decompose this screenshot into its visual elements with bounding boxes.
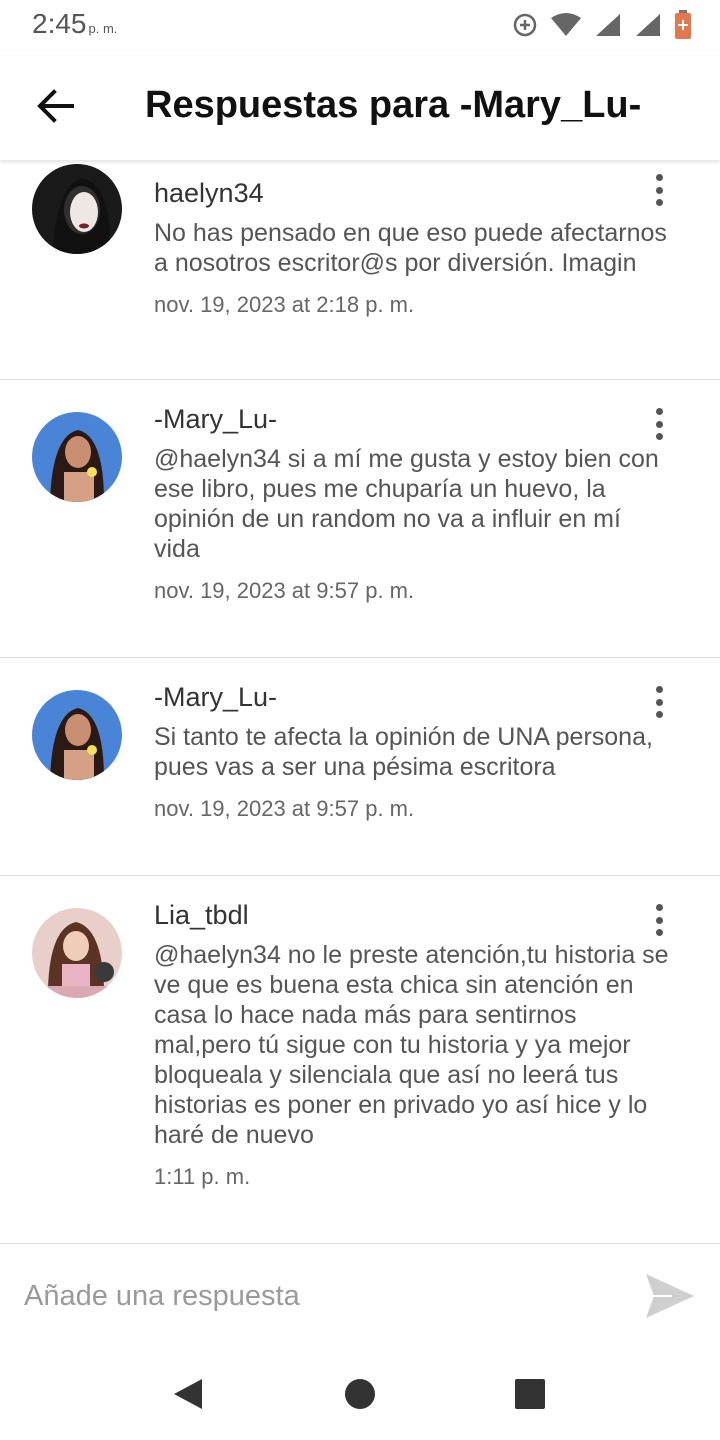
circle-home-icon [345, 1379, 375, 1409]
comment-username[interactable]: -Mary_Lu- [154, 402, 680, 436]
comment-date: nov. 19, 2023 at 9:57 p. m. [154, 578, 415, 603]
comment-username[interactable]: -Mary_Lu- [154, 680, 680, 714]
avatar[interactable] [32, 908, 122, 998]
comment-text: No has pensado en que eso puede afectarn… [154, 219, 667, 277]
comment-item: haelyn34 No has pensado en que eso puede… [0, 160, 720, 380]
comment-text: @haelyn34 si a mí me gusta y estoy bien … [154, 445, 659, 563]
avatar[interactable] [32, 164, 122, 254]
comment-username[interactable]: haelyn34 [154, 176, 680, 210]
status-bar: 2:45 p. m. [0, 0, 720, 56]
wifi-icon [551, 13, 581, 36]
send-icon [646, 1274, 694, 1318]
signal-icon [596, 14, 620, 36]
comment-item: -Mary_Lu- @haelyn34 si a mí me gusta y e… [0, 380, 720, 658]
status-time-ampm: p. m. [88, 21, 118, 36]
system-nav-bar [0, 1346, 720, 1440]
comment-item: Lia_tbdl @haelyn34 no le preste atención… [0, 876, 720, 1243]
app-bar: Respuestas para -Mary_Lu- [0, 56, 720, 160]
send-button[interactable] [642, 1268, 698, 1324]
more-vert-icon-dot [655, 698, 663, 706]
comment-date: nov. 19, 2023 at 9:57 p. m. [154, 796, 415, 821]
more-vert-icon [655, 904, 663, 911]
more-vert-icon-dot [655, 433, 663, 440]
back-button[interactable] [28, 78, 84, 134]
more-vert-icon [655, 686, 663, 693]
nav-home-button[interactable] [340, 1374, 380, 1414]
signal-icon [636, 14, 660, 36]
more-options-button[interactable] [644, 682, 674, 722]
data-saver-icon [513, 13, 537, 37]
triangle-back-icon [174, 1379, 202, 1409]
arrow-left-icon [37, 89, 74, 123]
nav-back-button[interactable] [168, 1374, 208, 1414]
avatar[interactable] [32, 412, 122, 502]
nav-recents-button[interactable] [510, 1374, 550, 1414]
status-time-value: 2:45 [32, 8, 87, 39]
comment-date: nov. 19, 2023 at 2:18 p. m. [154, 292, 415, 317]
reply-input[interactable] [24, 1274, 604, 1318]
page-title: Respuestas para -Mary_Lu- [145, 84, 642, 126]
status-icons [512, 10, 692, 40]
comment-username[interactable]: Lia_tbdl [154, 898, 680, 932]
avatar[interactable] [32, 690, 122, 780]
more-vert-icon-dot [655, 929, 663, 936]
comment-text: Si tanto te afecta la opinión de UNA per… [154, 723, 653, 781]
more-vert-icon [655, 408, 663, 415]
more-vert-icon-dot [655, 420, 663, 428]
more-options-button[interactable] [644, 404, 674, 444]
comment-text: @haelyn34 no le preste atención,tu histo… [154, 941, 669, 1149]
status-time: 2:45 p. m. [32, 8, 117, 40]
square-recents-icon [515, 1379, 545, 1409]
more-vert-icon-dot [655, 916, 663, 924]
more-vert-icon [655, 174, 663, 181]
reply-bar [0, 1243, 720, 1346]
more-vert-icon-dot [655, 711, 663, 718]
comment-date: 1:11 p. m. [154, 1164, 251, 1189]
more-vert-icon-dot [655, 199, 663, 206]
comment-item: -Mary_Lu- Si tanto te afecta la opinión … [0, 658, 720, 876]
battery-icon [675, 10, 691, 39]
replies-list[interactable]: haelyn34 No has pensado en que eso puede… [0, 160, 720, 1243]
more-options-button[interactable] [644, 900, 674, 940]
more-vert-icon-dot [655, 186, 663, 194]
more-options-button[interactable] [644, 170, 674, 210]
